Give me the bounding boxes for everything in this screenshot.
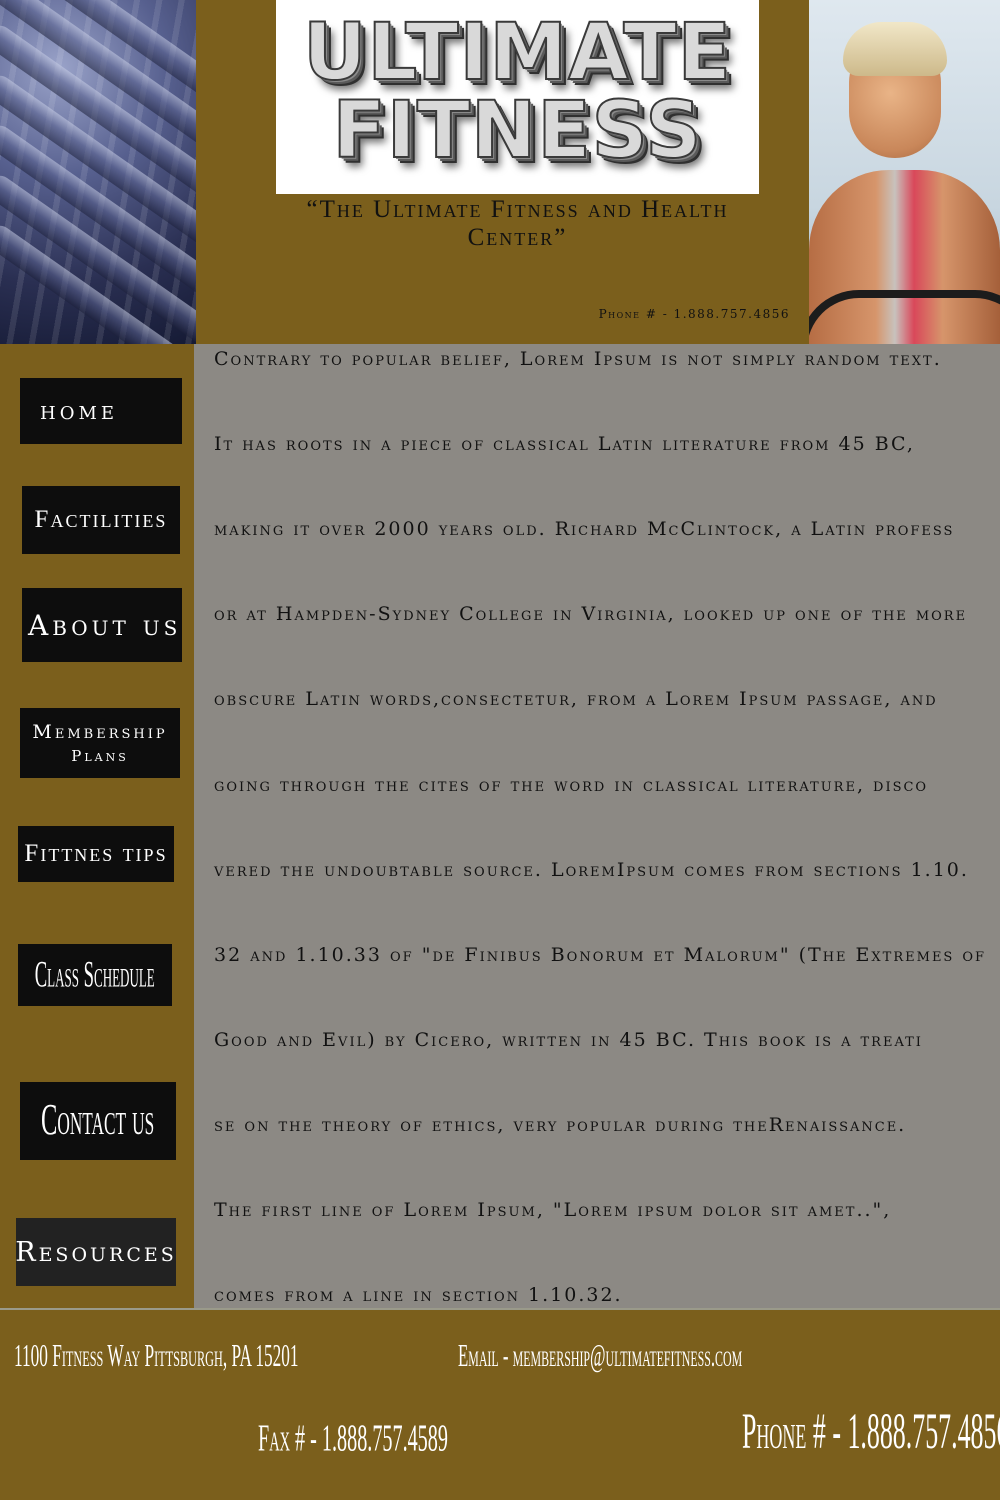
nav-home-button[interactable]: home <box>20 378 182 444</box>
nav-contact-button[interactable]: Contact us <box>20 1082 176 1160</box>
content-line: going through the cites of the word in c… <box>214 774 929 796</box>
content-line: se on the theory of ethics, very popular… <box>214 1114 907 1136</box>
site-logo[interactable]: ULTIMATE FITNESS <box>276 0 759 194</box>
footer-divider <box>0 1308 1000 1310</box>
main-content: Contrary to popular belief, Lorem Ipsum … <box>194 344 1000 1309</box>
nav-class-schedule-label: Class Schedule <box>35 953 156 995</box>
dumbbell-rack-photo <box>0 0 196 344</box>
content-line: vered the undoubtable source. LoremIpsum… <box>214 859 969 881</box>
content-line: Contrary to popular belief, Lorem Ipsum … <box>214 348 942 370</box>
nav-about-label: About us <box>28 608 182 642</box>
site-tagline: “The Ultimate Fitness and Health Center” <box>306 196 729 251</box>
nav-membership-sublabel: Plans <box>71 747 129 765</box>
logo-text-line1: ULTIMATE <box>302 7 732 99</box>
nav-contact-label: Contact us <box>41 1096 155 1145</box>
content-line: or at Hampden-Sydney College in Virginia… <box>214 603 968 625</box>
content-line: obscure Latin words,consectetur, from a … <box>214 688 938 710</box>
nav-class-schedule-button[interactable]: Class Schedule <box>18 944 172 1006</box>
content-line: making it over 2000 years old. Richard M… <box>214 518 955 540</box>
nav-membership-label: Membership <box>32 721 168 743</box>
nav-resources-button[interactable]: Resources <box>15 1218 177 1286</box>
logo-text-line2: FITNESS <box>332 85 703 177</box>
content-line: 32 and 1.10.33 of "de Finibus Bonorum et… <box>214 944 987 966</box>
nav-fitness-tips-label: Fittnes tips <box>24 840 168 867</box>
nav-about-button[interactable]: About us <box>22 588 182 662</box>
content-line: The first line of Lorem Ipsum, "Lorem ip… <box>214 1199 892 1221</box>
nav-resources-label: Resources <box>15 1236 177 1268</box>
content-line: It has roots in a piece of classical Lat… <box>214 433 915 455</box>
nav-facilities-button[interactable]: Factilities <box>22 486 180 554</box>
footer-fax: Fax # - 1.888.757.4589 <box>258 1418 448 1460</box>
nav-fitness-tips-button[interactable]: Fittnes tips <box>18 826 174 882</box>
header-phone: Phone # - 1.888.757.4856 <box>598 307 790 321</box>
content-line: comes from a line in section 1.10.32. <box>214 1284 623 1306</box>
footer-address: 1100 Fitness Way Pittsburgh, PA 15201 <box>14 1340 299 1374</box>
nav-membership-button[interactable]: Membership Plans <box>20 708 180 778</box>
trainer-photo <box>809 0 1000 344</box>
footer-email-link[interactable]: Email - membership@ultimatefitness.com <box>458 1340 742 1375</box>
nav-home-label: home <box>40 396 119 426</box>
content-line: Good and Evil) by Cicero, written in 45 … <box>214 1029 923 1051</box>
nav-facilities-label: Factilities <box>34 506 168 533</box>
footer-phone: Phone # - 1.888.757.4856 <box>742 1403 1000 1460</box>
